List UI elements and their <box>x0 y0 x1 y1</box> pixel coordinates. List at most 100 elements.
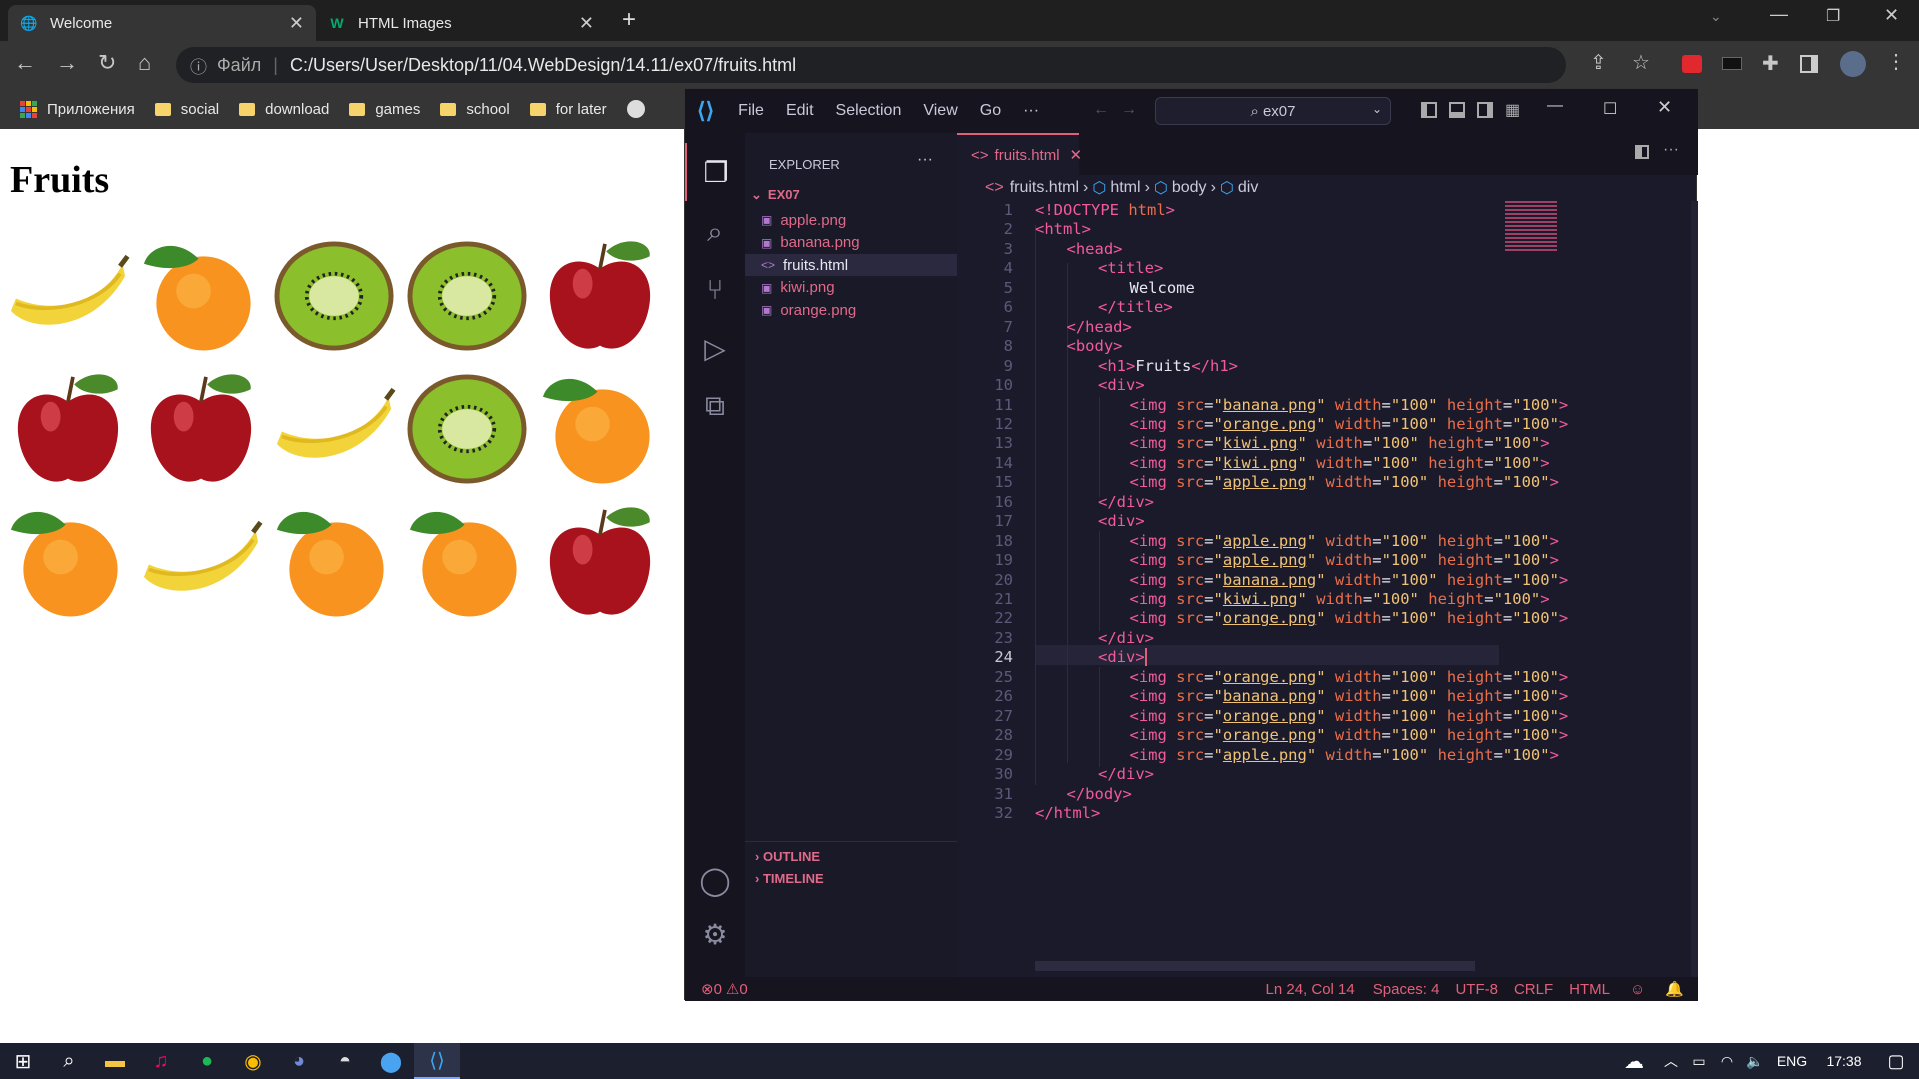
language-mode[interactable]: HTML <box>1569 981 1610 998</box>
cursor-position[interactable]: Ln 24, Col 14 <box>1266 981 1355 998</box>
chrome-icon[interactable]: ◉ <box>230 1043 276 1079</box>
menu-more[interactable]: ··· <box>1023 102 1039 120</box>
address-bar[interactable]: ⓘ Файл | C:/Users/User/Desktop/11/04.Web… <box>176 47 1566 83</box>
minimize-icon[interactable]: — <box>1770 4 1788 25</box>
code-line[interactable]: <img src="orange.png" width="100" height… <box>1130 726 1569 744</box>
command-center-search[interactable]: ⌕ ex07 ⌄ <box>1155 97 1391 125</box>
breadcrumb-file[interactable]: fruits.html <box>1010 179 1079 197</box>
warning-count[interactable]: 0 <box>739 981 747 998</box>
chevron-down-icon[interactable]: ⌄ <box>1372 102 1382 116</box>
settings-gear-icon[interactable]: ⚙ <box>685 905 745 963</box>
code-line[interactable]: <!DOCTYPE html> <box>1035 201 1175 219</box>
code-line[interactable]: <head> <box>1067 240 1123 258</box>
code-line[interactable]: <div> <box>1098 648 1147 667</box>
reload-icon[interactable]: ↻ <box>98 50 116 76</box>
file-explorer-icon[interactable]: ▬ <box>92 1043 138 1079</box>
extension-dark-icon[interactable] <box>1722 57 1742 70</box>
code-editor[interactable]: 1 <!DOCTYPE html> 2 <html> 3 <head> 4 <title> 5 W… <box>957 201 1698 977</box>
code-line[interactable]: <img src="orange.png" width="100" height… <box>1130 668 1569 686</box>
weather-cloud-icon[interactable]: ☁ <box>1611 1043 1657 1079</box>
info-icon[interactable]: ⓘ <box>190 53 207 78</box>
menu-edit[interactable]: Edit <box>786 102 814 120</box>
code-line[interactable]: </html> <box>1035 804 1100 822</box>
game-app-icon[interactable]: ◓ <box>322 1043 368 1079</box>
code-line[interactable]: <html> <box>1035 220 1091 238</box>
code-line[interactable]: Welcome <box>1130 279 1195 297</box>
breadcrumb-html[interactable]: html <box>1110 179 1140 197</box>
bookmark-social[interactable]: social <box>154 101 219 118</box>
code-line[interactable]: <div> <box>1098 376 1145 394</box>
code-line[interactable]: <img src="kiwi.png" width="100" height="… <box>1130 590 1550 608</box>
close-window-icon[interactable]: ✕ <box>1884 5 1899 26</box>
maps-app-icon[interactable]: ⬤ <box>368 1043 414 1079</box>
maximize-icon[interactable]: ☐ <box>1603 99 1617 119</box>
source-control-icon[interactable]: ⑂ <box>685 261 745 319</box>
encoding[interactable]: UTF-8 <box>1455 981 1498 998</box>
warning-icon[interactable]: ⚠ <box>726 980 739 998</box>
close-icon[interactable]: ✕ <box>1070 146 1083 164</box>
wifi-icon[interactable]: ◠ <box>1713 1043 1741 1079</box>
code-line[interactable]: </div> <box>1098 629 1154 647</box>
search-icon[interactable]: ⌕ <box>46 1043 92 1079</box>
line-ending[interactable]: CRLF <box>1514 981 1553 998</box>
code-line[interactable]: <img src="banana.png" width="100" height… <box>1130 571 1569 589</box>
url-text[interactable]: C:/Users/User/Desktop/11/04.WebDesign/14… <box>290 55 796 76</box>
run-debug-icon[interactable]: ▷ <box>685 319 745 377</box>
home-icon[interactable]: ⌂ <box>138 50 151 76</box>
toggle-sidebar-icon[interactable] <box>1421 102 1437 118</box>
file-item[interactable]: ▣ kiwi.png <box>745 277 957 299</box>
file-item[interactable]: <> fruits.html <box>745 254 957 276</box>
code-line[interactable]: <img src="apple.png" width="100" height=… <box>1130 551 1559 569</box>
profile-avatar[interactable] <box>1840 51 1866 77</box>
horizontal-scrollbar[interactable] <box>1035 961 1475 971</box>
folder-ex07[interactable]: ⌄ EX07 <box>751 187 800 203</box>
code-line[interactable]: <body> <box>1067 337 1123 355</box>
sidebar-icon[interactable] <box>1800 55 1818 73</box>
feedback-icon[interactable]: ☺ <box>1630 981 1645 998</box>
tab-fruits-html[interactable]: <> fruits.html ✕ <box>957 133 1082 175</box>
close-tab-icon[interactable]: ✕ <box>579 13 594 34</box>
close-tab-icon[interactable]: ✕ <box>289 13 304 34</box>
breadcrumb-body[interactable]: body <box>1172 179 1207 197</box>
share-icon[interactable]: ⇪ <box>1590 50 1607 75</box>
code-line[interactable]: <img src="apple.png" width="100" height=… <box>1130 532 1559 550</box>
toggle-panel-icon[interactable] <box>1449 102 1465 118</box>
code-line[interactable]: <img src="kiwi.png" width="100" height="… <box>1130 454 1550 472</box>
battery-icon[interactable]: ▭ <box>1685 1043 1713 1079</box>
code-line[interactable]: </body> <box>1067 785 1132 803</box>
code-line[interactable]: <img src="banana.png" width="100" height… <box>1130 687 1569 705</box>
code-line[interactable]: <img src="apple.png" width="100" height=… <box>1130 473 1559 491</box>
tab-search-icon[interactable]: ⌄ <box>1710 8 1722 25</box>
tab-html-images[interactable]: W HTML Images ✕ <box>316 5 606 41</box>
file-item[interactable]: ▣ banana.png <box>745 232 957 254</box>
bookmark-school[interactable]: school <box>440 101 510 118</box>
discord-icon[interactable]: ◕ <box>276 1043 322 1079</box>
menu-view[interactable]: View <box>923 102 957 120</box>
code-line[interactable]: </div> <box>1098 493 1154 511</box>
forward-icon[interactable]: → <box>56 50 78 76</box>
customize-layout-icon[interactable]: ▦ <box>1505 100 1520 120</box>
bookmark-avatar[interactable] <box>626 100 645 118</box>
breadcrumb-div[interactable]: div <box>1238 179 1258 197</box>
outline-section[interactable]: › OUTLINE <box>755 849 820 864</box>
spotify-icon[interactable]: ● <box>184 1043 230 1079</box>
code-line[interactable]: <img src="banana.png" width="100" height… <box>1130 396 1569 414</box>
code-line[interactable]: </head> <box>1067 318 1132 336</box>
volume-icon[interactable]: 🔈 <box>1741 1043 1769 1079</box>
code-line[interactable]: </title> <box>1098 298 1173 316</box>
chevron-up-icon[interactable]: ︿ <box>1657 1043 1685 1079</box>
close-icon[interactable]: ✕ <box>1657 97 1672 118</box>
menu-kebab-icon[interactable]: ⋮ <box>1886 49 1906 74</box>
code-line[interactable]: <div> <box>1098 512 1145 530</box>
code-line[interactable]: <img src="orange.png" width="100" height… <box>1130 415 1569 433</box>
vscode-taskbar-icon[interactable]: ⟨⟩ <box>414 1043 460 1079</box>
search-icon[interactable]: ⌕ <box>685 203 745 261</box>
windows-start-icon[interactable]: ⊞ <box>0 1043 46 1079</box>
file-item[interactable]: ▣ apple.png <box>745 209 957 231</box>
scrollbar[interactable] <box>1691 201 1698 977</box>
file-item[interactable]: ▣ orange.png <box>745 299 957 321</box>
new-tab-icon[interactable]: + <box>622 6 636 34</box>
language-indicator[interactable]: ENG <box>1769 1043 1815 1079</box>
code-line[interactable]: </div> <box>1098 765 1154 783</box>
minimap[interactable] <box>1505 201 1557 253</box>
